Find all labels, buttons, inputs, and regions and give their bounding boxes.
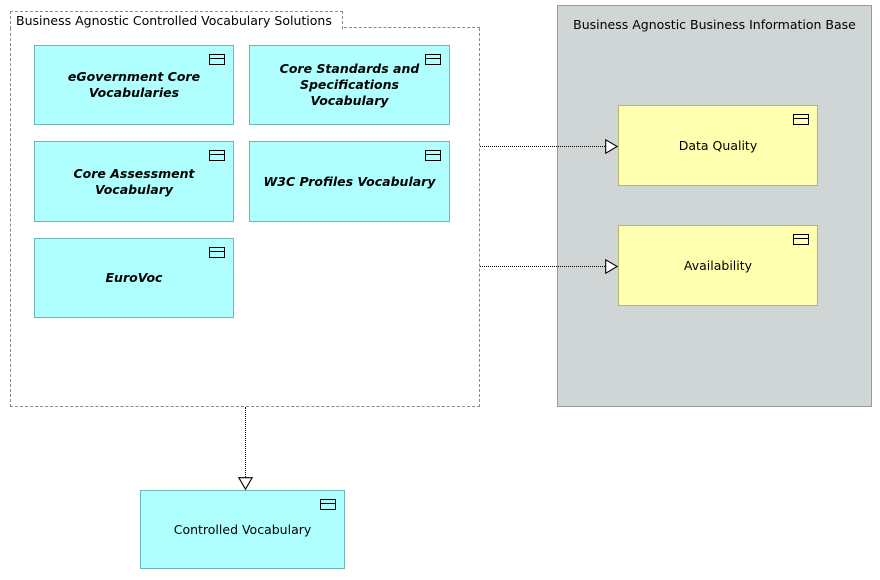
business-object-icon [793,114,809,125]
node-controlled-vocabulary[interactable]: Controlled Vocabulary [140,490,345,569]
business-object-icon [425,150,441,161]
realization-arrowhead-controlled-vocabulary [238,477,253,490]
node-label: Controlled Vocabulary [173,521,312,537]
grouping-title: Business Agnostic Controlled Vocabulary … [16,13,332,28]
node-label: Data Quality [678,137,758,153]
node-label: Core Assessment Vocabulary [73,165,195,197]
business-object-icon [209,54,225,65]
business-object-icon [209,247,225,258]
node-label: EuroVoc [105,270,163,285]
node-core-standards-and-specifications-vocabulary[interactable]: Core Standards and Specifications Vocabu… [249,45,450,125]
node-label: Availability [683,257,753,273]
node-core-assessment-vocabulary[interactable]: Core Assessment Vocabulary [34,141,234,222]
node-label: eGovernment Core Vocabularies [67,69,201,100]
business-object-icon [793,234,809,245]
business-object-icon [425,54,441,65]
container-business-information-base: Business Agnostic Business Information B… [557,5,872,407]
business-object-icon [209,150,225,161]
relationship-line-grouping-to-controlled-vocabulary [245,407,246,477]
container-title: Business Agnostic Business Information B… [573,17,856,32]
node-egovernment-core-vocabularies[interactable]: eGovernment Core Vocabularies [34,45,234,125]
relationship-line-grouping-to-data-quality [480,146,605,147]
diagram-canvas: Business Agnostic Controlled Vocabulary … [0,0,880,580]
node-availability[interactable]: Availability [618,225,818,306]
node-w3c-profiles-vocabulary[interactable]: W3C Profiles Vocabulary [249,141,450,222]
business-object-icon [320,499,336,510]
realization-arrowhead-data-quality [605,139,618,154]
node-data-quality[interactable]: Data Quality [618,105,818,186]
node-label: Core Standards and Specifications Vocabu… [279,61,420,108]
node-eurovoc[interactable]: EuroVoc [34,238,234,318]
node-label: W3C Profiles Vocabulary [263,173,436,189]
relationship-line-grouping-to-availability [480,266,605,267]
realization-arrowhead-availability [605,259,618,274]
